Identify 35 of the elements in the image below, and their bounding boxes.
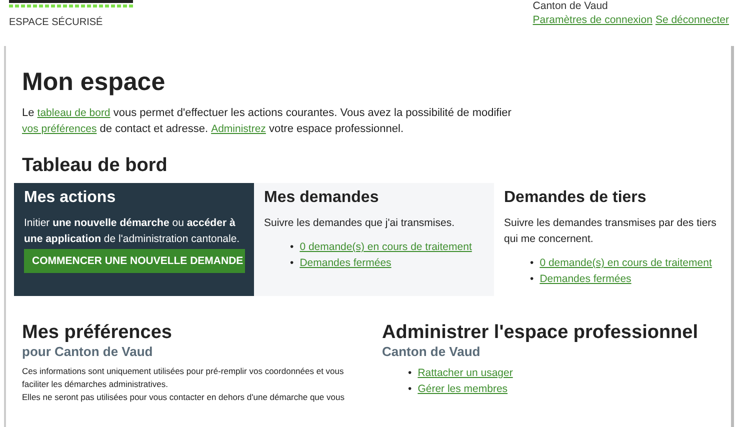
bullet: •	[530, 272, 534, 287]
card-description: Suivre les demandes transmises par des tiers qui me concernent.	[504, 216, 718, 247]
section-title: Tableau de bord	[22, 155, 168, 177]
card-title: Mes actions	[24, 189, 117, 207]
bullet: •	[290, 240, 294, 255]
section-title: Administrer l'espace professionnel	[382, 322, 700, 344]
request-link[interactable]: 0 demande(s) en cours de traitement	[540, 255, 712, 271]
section-subtitle: Canton de Vaud	[382, 344, 482, 359]
request-link[interactable]: 0 demande(s) en cours de traitement	[300, 239, 472, 255]
site-subtitle: ESPACE SÉCURISÉ	[9, 17, 104, 28]
intro-link[interactable]: tableau de bord	[37, 107, 110, 119]
header-link[interactable]: Paramètres de connexion	[532, 14, 652, 26]
section-subtitle: pour Canton de Vaud	[22, 344, 154, 359]
card-description: Initier une nouvelle démarche ou accéder à une application de l'administration cantonale.	[24, 216, 241, 247]
new-request-button[interactable]: COMMENCER UNE NOUVELLE DEMANDE	[24, 249, 245, 273]
card-title: Mes demandes	[264, 189, 380, 207]
bullet: •	[408, 366, 412, 381]
admin-link[interactable]: Gérer les membres	[418, 381, 508, 397]
bullet: •	[290, 256, 294, 271]
request-link[interactable]: Demandes fermées	[300, 255, 392, 271]
intro-link[interactable]: Administrez	[211, 123, 266, 135]
bullet: •	[530, 256, 534, 271]
info-paragraph: Ces informations sont uniquement utilisées pour pré-remplir vos coordonnées et vous faciliter les démarches administratives.	[22, 365, 345, 391]
intro-paragraph: Le tableau de bord vous permet d'effectuer les actions courantes. Vous avez la possibilité de modifier vos préférences de contact et adresse. Administrez votre espace professionnel.	[22, 106, 512, 137]
header-link[interactable]: Se déconnecter	[655, 14, 729, 26]
info-paragraph: Elles ne seront pas utilisées pour vous contacter en dehors d'une démarche que vous	[22, 391, 346, 404]
bullet: •	[408, 382, 412, 397]
intro-link[interactable]: vos préférences	[22, 123, 97, 135]
account-name: Canton de Vaud	[532, 0, 608, 12]
section-title: Mes préférences	[22, 322, 173, 344]
page-title: Mon espace	[22, 68, 166, 97]
request-link[interactable]: Demandes fermées	[540, 271, 632, 287]
card-description: Suivre les demandes que j'ai transmises.	[264, 216, 456, 231]
admin-link[interactable]: Rattacher un usager	[418, 365, 513, 381]
card-title: Demandes de tiers	[504, 189, 648, 207]
